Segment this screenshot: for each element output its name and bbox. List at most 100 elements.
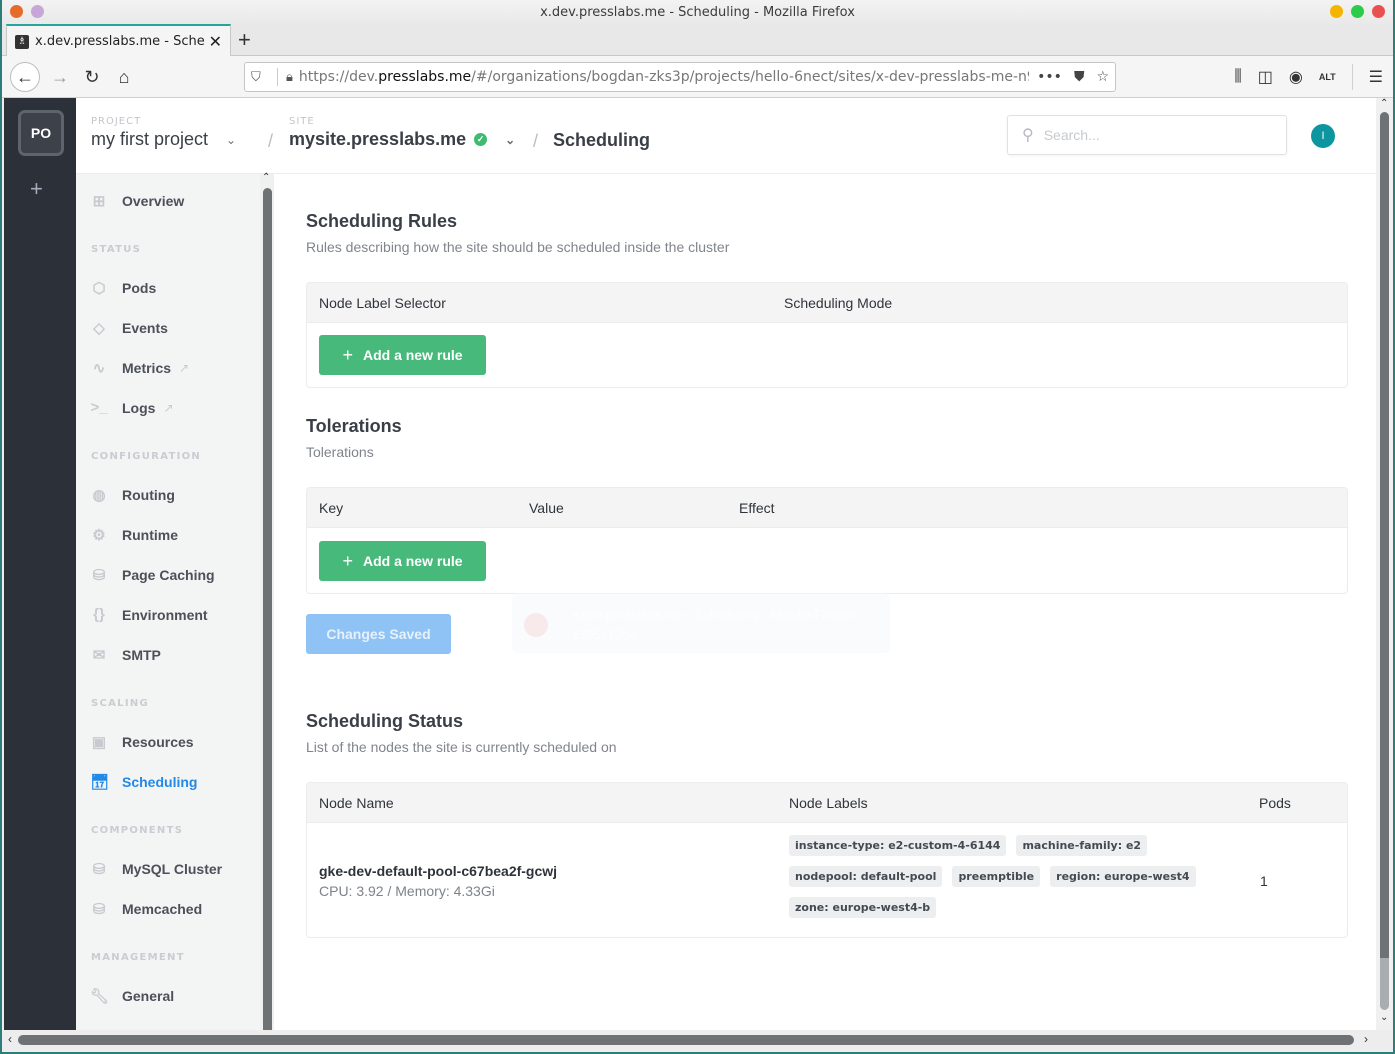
new-tab-button[interactable]: + [238,27,251,53]
scroll-down-icon[interactable]: ⌄ [1380,1012,1388,1023]
tracking-shield-icon[interactable]: ⛉ [251,70,269,85]
url-text[interactable]: https://dev.presslabs.me/#/organizations… [299,69,1029,85]
search-input[interactable] [1043,127,1244,143]
chip-icon: ▣ [91,734,107,751]
url-path: /#/organizations/bogdan-zks3p/projects/h… [471,69,1030,85]
sidebar-item-resources[interactable]: ▣ Resources [90,733,194,751]
braces-icon: {} [93,606,105,623]
page-vertical-scrollbar[interactable]: ⌃ ⌄ [1376,98,1393,1030]
sidebar-item-label: Runtime [122,527,178,543]
chevron-down-icon[interactable]: ⌄ [505,133,515,147]
sidebar-scroll-thumb[interactable] [263,188,272,1030]
home-button[interactable]: ⌂ [110,63,138,91]
tab-title: x.dev.presslabs.me - Scheduling [35,34,205,49]
add-rule-button[interactable]: + Add a new rule [319,335,486,375]
sidebar-scrollbar[interactable]: ⌃ [260,172,274,1030]
button-label: Add a new rule [362,347,463,363]
column-header: Value [529,500,564,516]
url-separator [277,68,278,86]
lock-icon[interactable]: 🔒︎ [286,70,293,85]
node-resources: CPU: 3.92 / Memory: 4.33Gi [319,883,495,899]
column-header: Node Label Selector [319,295,446,311]
page-viewport: PO + PROJECT my first project ⌄ / SITE my… [4,98,1393,1030]
chevron-down-icon[interactable]: ⌄ [226,133,236,147]
button-label: Add a new rule [362,553,463,569]
horizontal-scroll-thumb[interactable] [18,1035,1354,1045]
sidebar-item-mysql-cluster[interactable]: ⛁ MySQL Cluster [90,860,222,878]
sidebar-item-logs[interactable]: >_ Logs ↗ [90,399,174,416]
site-name[interactable]: mysite.presslabs.me [289,129,466,150]
plus-icon: + [342,344,353,365]
sidebar-item-runtime[interactable]: ⚙ Runtime [90,526,178,544]
alt-text-extension-icon[interactable]: ALT [1319,72,1336,82]
node-label-badge: zone: europe-west4-b [789,897,937,918]
search-box[interactable]: ⚲ [1007,115,1287,155]
sidebar-item-metrics[interactable]: ∿ Metrics ↗ [90,359,189,377]
table-header: Key Value Effect [307,488,1347,528]
sidebar-item-smtp[interactable]: ✉ SMTP [90,646,161,664]
sidebar-toggle-icon[interactable]: ◫ [1258,67,1273,87]
sidebar-item-general[interactable]: 🔧︎ General [90,987,174,1005]
main-content: Scheduling Rules Rules describing how th… [276,174,1376,1030]
tolerations-subtitle: Tolerations [306,444,374,460]
pocket-icon[interactable]: ⛊ [1074,69,1085,85]
sidebar-item-label: MySQL Cluster [122,861,223,877]
nav-bar: ← → ↻ ⌂ ⛉ 🔒︎ https://dev.presslabs.me/#/… [2,56,1393,98]
bookmark-star-icon[interactable]: ☆ [1096,69,1109,85]
scroll-up-icon[interactable]: ⌃ [262,172,270,183]
table-header: Node Label Selector Scheduling Mode [307,283,1347,323]
library-icon[interactable]: ⫼ [1234,68,1241,86]
sidebar-item-pods[interactable]: ⬡ Pods [90,279,156,297]
column-header: Effect [739,500,775,516]
page-title: Scheduling [553,130,651,150]
sidebar-item-page-caching[interactable]: ⛁ Page Caching [90,566,215,584]
add-toleration-button[interactable]: + Add a new rule [319,541,486,581]
node-labels: instance-type: e2-custom-4-6144 machine-… [789,835,1209,928]
external-link-icon: ↗ [163,400,174,415]
scroll-up-icon[interactable]: ⌃ [1380,98,1388,109]
hamburger-menu-icon[interactable]: ☰ [1369,67,1383,87]
sidebar-item-label: Environment [122,606,208,623]
envelope-icon: ✉ [92,647,106,664]
window-menu-icon[interactable] [31,5,44,18]
scroll-right-icon[interactable]: › [1364,1032,1368,1046]
scroll-left-icon[interactable]: ‹ [8,1032,12,1046]
changes-saved-button[interactable]: Changes Saved [306,614,451,654]
account-icon[interactable]: ◉ [1289,67,1303,87]
section-scaling: SCALING [91,698,150,709]
maximize-button[interactable] [1351,5,1364,18]
page-actions-icon[interactable]: ••• [1037,69,1062,85]
terminal-icon: >_ [90,399,108,416]
browser-tab[interactable]: ♗ x.dev.presslabs.me - Scheduling ✕ [6,24,231,57]
page-scroll-thumb[interactable] [1380,112,1389,972]
sidebar-item-scheduling[interactable]: 📅︎ Scheduling [90,773,197,791]
cache-database-icon: ⛁ [92,901,106,918]
sidebar-item-memcached[interactable]: ⛁ Memcached [90,900,202,918]
minimize-button[interactable] [1330,5,1343,18]
section-components: COMPONENTS [91,825,184,836]
sidebar-item-routing[interactable]: ◍ Routing [90,486,174,504]
user-avatar[interactable]: I [1311,124,1335,148]
sidebar-item-label: Events [122,320,168,336]
sidebar-item-label: Page Caching [122,567,215,583]
close-window-button[interactable] [1372,5,1385,18]
sidebar-item-environment[interactable]: {} Environment [90,606,208,623]
sidebar-item-overview[interactable]: ⊞ Overview [90,192,185,210]
sidebar-item-label: Memcached [122,901,203,917]
external-link-icon: ↗ [179,361,190,375]
page-horizontal-scrollbar[interactable]: ‹ › [4,1030,1393,1050]
sidebar-item-events[interactable]: ◇ Events [90,319,168,337]
reload-button[interactable]: ↻ [78,63,106,91]
back-button[interactable]: ← [10,62,40,92]
nodes-table: Node Name Node Labels Pods gke-dev-defau… [306,782,1348,938]
add-organization-icon[interactable]: + [30,176,43,202]
breadcrumb-site[interactable]: SITE mysite.presslabs.me ✓ ⌄ [289,116,515,150]
forward-button[interactable]: → [46,63,74,91]
project-name[interactable]: my first project [91,129,208,150]
node-label-badge: instance-type: e2-custom-4-6144 [789,835,1007,856]
close-tab-icon[interactable]: ✕ [209,32,222,51]
url-bar[interactable]: ⛉ 🔒︎ https://dev.presslabs.me/#/organiza… [244,62,1116,92]
breadcrumb-project[interactable]: PROJECT my first project ⌄ [91,116,236,150]
status-title: Scheduling Status [306,711,464,731]
organization-avatar[interactable]: PO [18,110,64,156]
